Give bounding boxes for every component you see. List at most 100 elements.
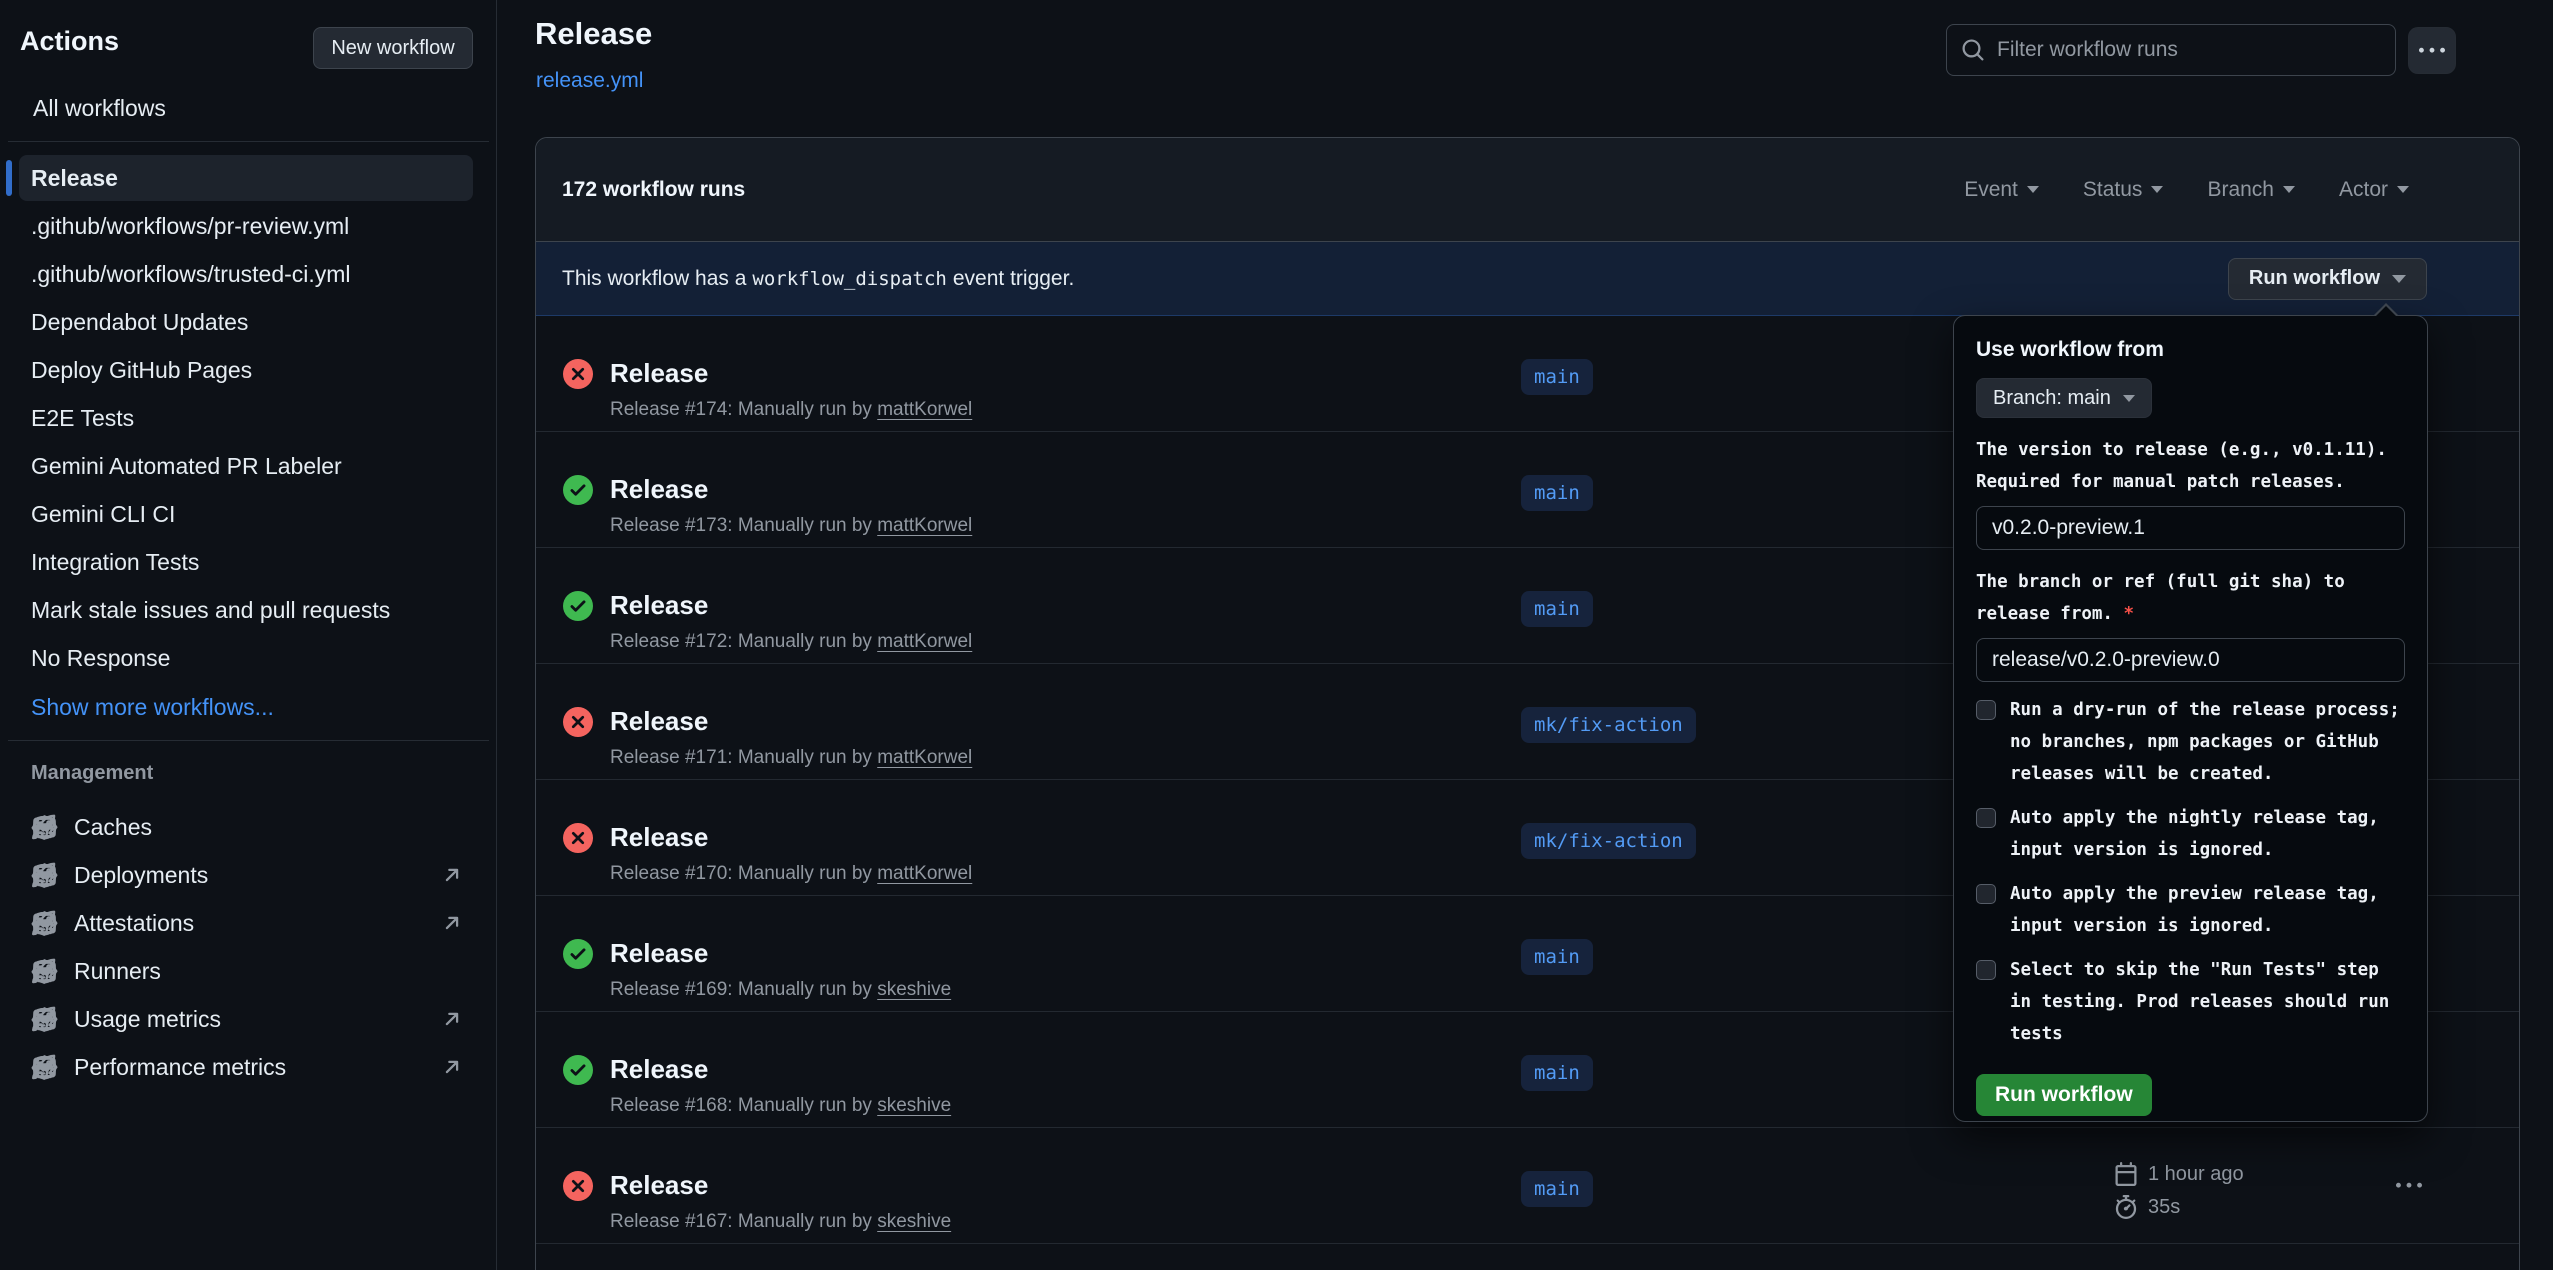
run-duration-label: 35s: [2148, 1196, 2180, 1219]
show-more-workflows-link[interactable]: Show more workflows...: [31, 683, 274, 731]
run-workflow-dropdown-button[interactable]: Run workflow: [2228, 258, 2427, 300]
sidebar-workflow-link[interactable]: Gemini CLI CI: [19, 491, 473, 537]
run-description: Release #171: Manually run by mattKorwel: [610, 747, 972, 769]
popover-checkbox-label: Auto apply the nightly release tag, inpu…: [2010, 802, 2405, 866]
branch-badge[interactable]: main: [1521, 591, 1593, 627]
runs-list-header: 172 workflow runs Event Status Branch: [536, 138, 2519, 242]
run-actor-link[interactable]: mattKorwel: [877, 747, 972, 768]
filter-dropdown-label: Event: [1964, 178, 2018, 202]
run-meta: 1 hour ago 35s: [2114, 1160, 2244, 1226]
run-time-label: 1 hour ago: [2148, 1163, 2244, 1186]
management-item[interactable]: Caches: [0, 803, 497, 851]
new-workflow-button[interactable]: New workflow: [313, 27, 473, 69]
popover-checkbox-row: Run a dry-run of the release process; no…: [1976, 694, 2405, 790]
run-actor-link[interactable]: skeshive: [877, 1211, 951, 1232]
sidebar-workflow-link[interactable]: E2E Tests: [19, 395, 473, 441]
filter-dropdown[interactable]: Status: [2083, 178, 2164, 202]
chevron-down-icon: [2123, 395, 2135, 402]
branch-badge[interactable]: main: [1521, 1171, 1593, 1207]
run-actor-link[interactable]: mattKorwel: [877, 631, 972, 652]
sidebar-workflow-link[interactable]: .github/workflows/trusted-ci.yml: [19, 251, 473, 297]
filter-dropdown[interactable]: Event: [1964, 178, 2039, 202]
sidebar-workflow-link[interactable]: No Response: [19, 635, 473, 681]
sidebar-workflow-item: Mark stale issues and pull requests: [0, 586, 497, 634]
popover-checkbox[interactable]: [1976, 808, 1996, 828]
sidebar-workflow-link[interactable]: Integration Tests: [19, 539, 473, 585]
run-status-icon: [563, 1171, 593, 1201]
sidebar-workflow-link[interactable]: Deploy GitHub Pages: [19, 347, 473, 393]
sidebar-workflow-item: Deploy GitHub Pages: [0, 346, 497, 394]
popover-checkbox-label: Auto apply the preview release tag, inpu…: [2010, 878, 2405, 942]
branch-badge[interactable]: main: [1521, 359, 1593, 395]
run-status-icon: [563, 1055, 593, 1085]
management-item[interactable]: Deployments: [0, 851, 497, 899]
run-duration: 35s: [2114, 1193, 2244, 1221]
run-workflow-submit-button[interactable]: Run workflow: [1976, 1074, 2152, 1116]
filter-dropdown-label: Branch: [2207, 178, 2274, 202]
check-circle-fill-icon: [563, 939, 593, 969]
run-description: Release #167: Manually run by skeshive: [610, 1211, 951, 1233]
sidebar-workflow-link[interactable]: .github/workflows/pr-review.yml: [19, 203, 473, 249]
popover-checkbox[interactable]: [1976, 700, 1996, 720]
sidebar-workflow-link[interactable]: Gemini Automated PR Labeler: [19, 443, 473, 489]
branch-badge[interactable]: main: [1521, 939, 1593, 975]
sidebar-workflow-link[interactable]: Dependabot Updates: [19, 299, 473, 345]
run-title-link[interactable]: Release: [610, 358, 708, 389]
branch-badge[interactable]: main: [1521, 1055, 1593, 1091]
ref-input[interactable]: [1976, 638, 2405, 682]
filter-dropdown[interactable]: Actor: [2339, 178, 2409, 202]
management-item[interactable]: Usage metrics: [0, 995, 497, 1043]
run-title-link[interactable]: Release: [610, 938, 708, 969]
run-status-icon: [563, 359, 593, 389]
run-title-link[interactable]: Release: [610, 590, 708, 621]
sidebar-divider: [8, 141, 489, 142]
run-title-link[interactable]: Release: [610, 822, 708, 853]
sidebar-workflow-link[interactable]: Release: [19, 155, 473, 201]
run-status-icon: [563, 591, 593, 621]
workflow-options-kebab-button[interactable]: [2408, 27, 2456, 74]
run-title-link[interactable]: Release: [610, 474, 708, 505]
branch-selector-button[interactable]: Branch: main: [1976, 378, 2152, 418]
management-item-label: Performance metrics: [74, 1054, 286, 1081]
filter-dropdown[interactable]: Branch: [2207, 178, 2295, 202]
chevron-down-icon: [2283, 186, 2295, 193]
branch-badge[interactable]: mk/fix-action: [1521, 823, 1696, 859]
run-start-time: 1 hour ago: [2114, 1160, 2244, 1188]
sidebar-workflow-item: Gemini Automated PR Labeler: [0, 442, 497, 490]
run-description-text: Release #172: Manually run by: [610, 631, 872, 652]
sidebar-item-all-workflows[interactable]: All workflows: [20, 88, 473, 128]
run-title-link[interactable]: Release: [610, 1170, 708, 1201]
version-input[interactable]: [1976, 506, 2405, 550]
sidebar-workflow-link[interactable]: Mark stale issues and pull requests: [19, 587, 473, 633]
run-actor-link[interactable]: skeshive: [877, 979, 951, 1000]
selected-accent-bar: [6, 160, 12, 196]
run-actor-link[interactable]: skeshive: [877, 1095, 951, 1116]
branch-badge[interactable]: main: [1521, 475, 1593, 511]
chevron-down-icon: [2397, 186, 2409, 193]
management-item[interactable]: Runners: [0, 947, 497, 995]
search-icon: [1961, 38, 1985, 62]
filter-workflow-runs-input[interactable]: [1997, 38, 2381, 62]
management-item-icon: [31, 910, 58, 937]
runs-filters: Event Status Branch Actor: [1964, 178, 2409, 202]
run-actor-link[interactable]: mattKorwel: [877, 863, 972, 884]
run-description: Release #173: Manually run by mattKorwel: [610, 515, 972, 537]
run-workflow-popover: Use workflow from Branch: main The versi…: [1953, 315, 2428, 1122]
run-actor-link[interactable]: mattKorwel: [877, 399, 972, 420]
management-item[interactable]: Performance metrics: [0, 1043, 497, 1091]
calendar-icon: [2114, 1162, 2138, 1186]
management-item[interactable]: Attestations: [0, 899, 497, 947]
workflow-run-row[interactable]: Release Release #167: Manually run by sk…: [536, 1128, 2519, 1244]
actions-sidebar: Actions New workflow All workflows Relea…: [0, 0, 497, 1270]
workflow-file-link[interactable]: release.yml: [536, 69, 643, 93]
run-title-link[interactable]: Release: [610, 1054, 708, 1085]
popover-checkbox[interactable]: [1976, 960, 1996, 980]
run-status-icon: [563, 823, 593, 853]
branch-badge[interactable]: mk/fix-action: [1521, 707, 1696, 743]
run-title-link[interactable]: Release: [610, 706, 708, 737]
run-actor-link[interactable]: mattKorwel: [877, 515, 972, 536]
popover-checkbox-list: Run a dry-run of the release process; no…: [1976, 694, 2405, 1050]
sidebar-divider: [8, 740, 489, 741]
popover-checkbox[interactable]: [1976, 884, 1996, 904]
run-options-kebab-button[interactable]: [2394, 1174, 2424, 1198]
